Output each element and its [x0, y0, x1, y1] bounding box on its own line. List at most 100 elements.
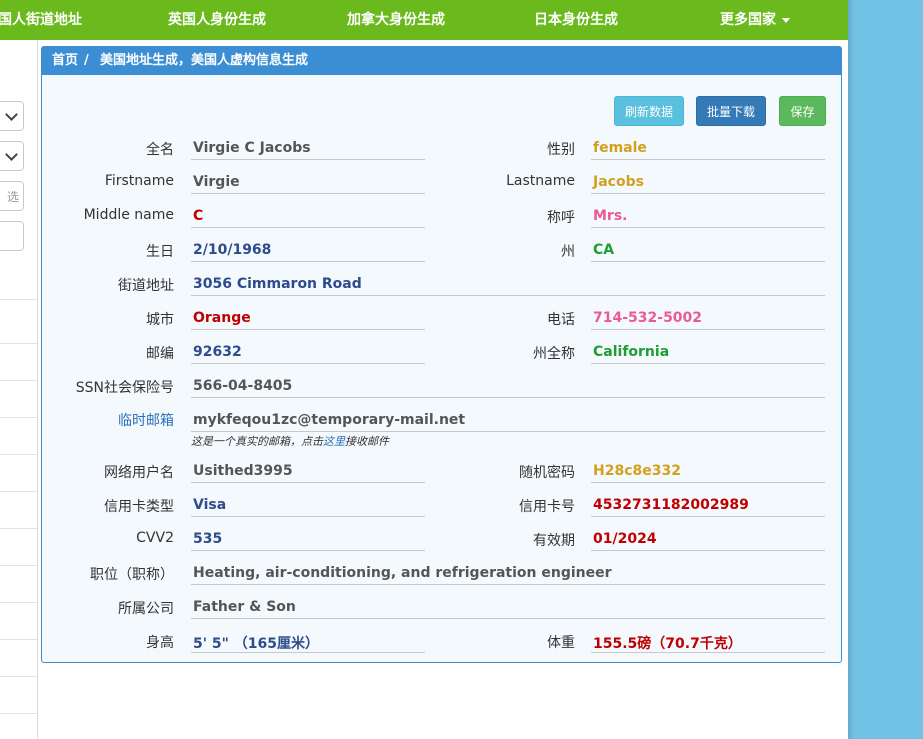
- nav-japan-identity[interactable]: 日本身份生成: [534, 0, 618, 40]
- right-background: [848, 0, 923, 739]
- left-divider: [0, 491, 37, 492]
- firstname-label: Firstname: [104, 173, 174, 189]
- breadcrumb-separator: /: [84, 53, 89, 68]
- height-value: 5' 5" （165厘米）: [193, 636, 320, 652]
- field-underline: [191, 550, 425, 551]
- left-select-1[interactable]: [0, 101, 24, 131]
- email-value: mykfeqou1zc@temporary-mail.net: [193, 412, 466, 428]
- top-nav-bar: 美国人街道地址 英国人身份生成 加拿大身份生成 日本身份生成 更多国家: [0, 0, 848, 40]
- field-underline: [591, 329, 825, 330]
- nav-more-label: 更多国家: [720, 12, 776, 28]
- state-full-label: 州全称: [533, 346, 575, 362]
- company-label: 所属公司: [118, 601, 174, 617]
- left-select-2[interactable]: [0, 141, 24, 171]
- download-button[interactable]: 批量下载: [696, 96, 766, 126]
- street-label: 街道地址: [118, 278, 174, 294]
- card-number-label: 信用卡号: [519, 499, 575, 515]
- field-underline: [191, 295, 825, 296]
- left-divider: [0, 639, 37, 640]
- email-note-before: 这是一个真实的邮箱，点击: [191, 435, 323, 448]
- card-type-label: 信用卡类型: [104, 499, 174, 515]
- fullname-label: 全名: [146, 142, 174, 158]
- cvv-label: CVV2: [136, 530, 174, 546]
- field-underline: [591, 159, 825, 160]
- company-value: Father & Son: [193, 599, 296, 615]
- weight-value: 155.5磅（70.7千克）: [593, 636, 742, 652]
- field-underline: [591, 482, 825, 483]
- breadcrumb-home[interactable]: 首页: [52, 47, 78, 75]
- chevron-down-icon: [5, 108, 18, 121]
- state-value: CA: [593, 242, 615, 258]
- middlename-label: Middle name: [83, 207, 174, 223]
- nav-uk-identity[interactable]: 英国人身份生成: [168, 0, 266, 40]
- zip-value: 92632: [193, 344, 242, 360]
- city-label: 城市: [146, 312, 174, 328]
- password-value: H28c8e332: [593, 463, 681, 479]
- left-divider: [0, 602, 37, 603]
- field-underline: [591, 363, 825, 364]
- phone-value: 714-532-5002: [593, 310, 703, 326]
- fullname-value: Virgie C Jacobs: [193, 140, 311, 156]
- left-divider: [0, 713, 37, 714]
- field-underline: [191, 584, 825, 585]
- username-value: Usithed3995: [193, 463, 293, 479]
- field-underline: [591, 227, 825, 228]
- nav-us-street-address[interactable]: 美国人街道地址: [0, 0, 82, 40]
- field-underline: [591, 261, 825, 262]
- left-divider: [0, 528, 37, 529]
- state-full-value: California: [593, 344, 670, 360]
- temp-email-label[interactable]: 临时邮箱: [118, 410, 174, 430]
- left-divider: [0, 417, 37, 418]
- left-divider: [0, 299, 37, 300]
- refresh-button[interactable]: 刷新数据: [614, 96, 684, 126]
- street-value: 3056 Cimmaron Road: [193, 276, 362, 292]
- cvv-value: 535: [193, 531, 223, 547]
- middlename-value: C: [193, 208, 204, 224]
- field-underline: [191, 652, 425, 653]
- username-label: 网络用户名: [104, 465, 174, 481]
- breadcrumb-current: 美国地址生成，美国人虚构信息生成: [100, 53, 309, 68]
- field-underline: [191, 431, 825, 432]
- field-underline: [191, 227, 425, 228]
- field-underline: [191, 397, 825, 398]
- job-label: 职位（职称）: [90, 567, 174, 583]
- field-underline: [191, 363, 425, 364]
- expiry-label: 有效期: [533, 533, 575, 549]
- title-label: 称呼: [547, 210, 575, 226]
- left-divider: [0, 454, 37, 455]
- identity-panel: 首页 / 美国地址生成，美国人虚构信息生成 刷新数据 批量下载 保存 全名 Vi…: [41, 46, 842, 663]
- weight-label: 体重: [547, 635, 575, 651]
- caret-down-icon: [782, 17, 790, 23]
- left-input-2[interactable]: [0, 221, 24, 251]
- lastname-label: Lastname: [506, 173, 575, 189]
- birthday-value: 2/10/1968: [193, 242, 272, 258]
- nav-more-countries[interactable]: 更多国家: [720, 0, 790, 40]
- ssn-label: SSN社会保险号: [75, 380, 174, 396]
- expiry-value: 01/2024: [593, 531, 657, 547]
- save-button[interactable]: 保存: [779, 96, 826, 126]
- card-type-value: Visa: [193, 497, 227, 513]
- field-underline: [591, 652, 825, 653]
- left-sidebar: 选: [0, 40, 38, 739]
- zip-label: 邮编: [146, 346, 174, 362]
- left-divider: [0, 343, 37, 344]
- field-underline: [191, 618, 825, 619]
- email-inbox-link[interactable]: 这里: [323, 435, 345, 448]
- email-note-after: 接收邮件: [345, 435, 389, 448]
- firstname-value: Virgie: [193, 174, 240, 190]
- field-underline: [191, 329, 425, 330]
- field-underline: [191, 482, 425, 483]
- left-input[interactable]: 选: [0, 181, 24, 211]
- lastname-value: Jacobs: [593, 174, 644, 190]
- nav-canada-identity[interactable]: 加拿大身份生成: [347, 0, 445, 40]
- left-input-hint: 选: [6, 190, 19, 204]
- card-number-value: 4532731182002989: [593, 497, 749, 513]
- field-underline: [191, 159, 425, 160]
- password-label: 随机密码: [519, 465, 575, 481]
- chevron-down-icon: [5, 148, 18, 161]
- panel-header: 首页 / 美国地址生成，美国人虚构信息生成: [42, 47, 841, 75]
- field-underline: [191, 261, 425, 262]
- left-divider: [0, 380, 37, 381]
- right-shadow: [848, 0, 854, 739]
- field-underline: [191, 516, 425, 517]
